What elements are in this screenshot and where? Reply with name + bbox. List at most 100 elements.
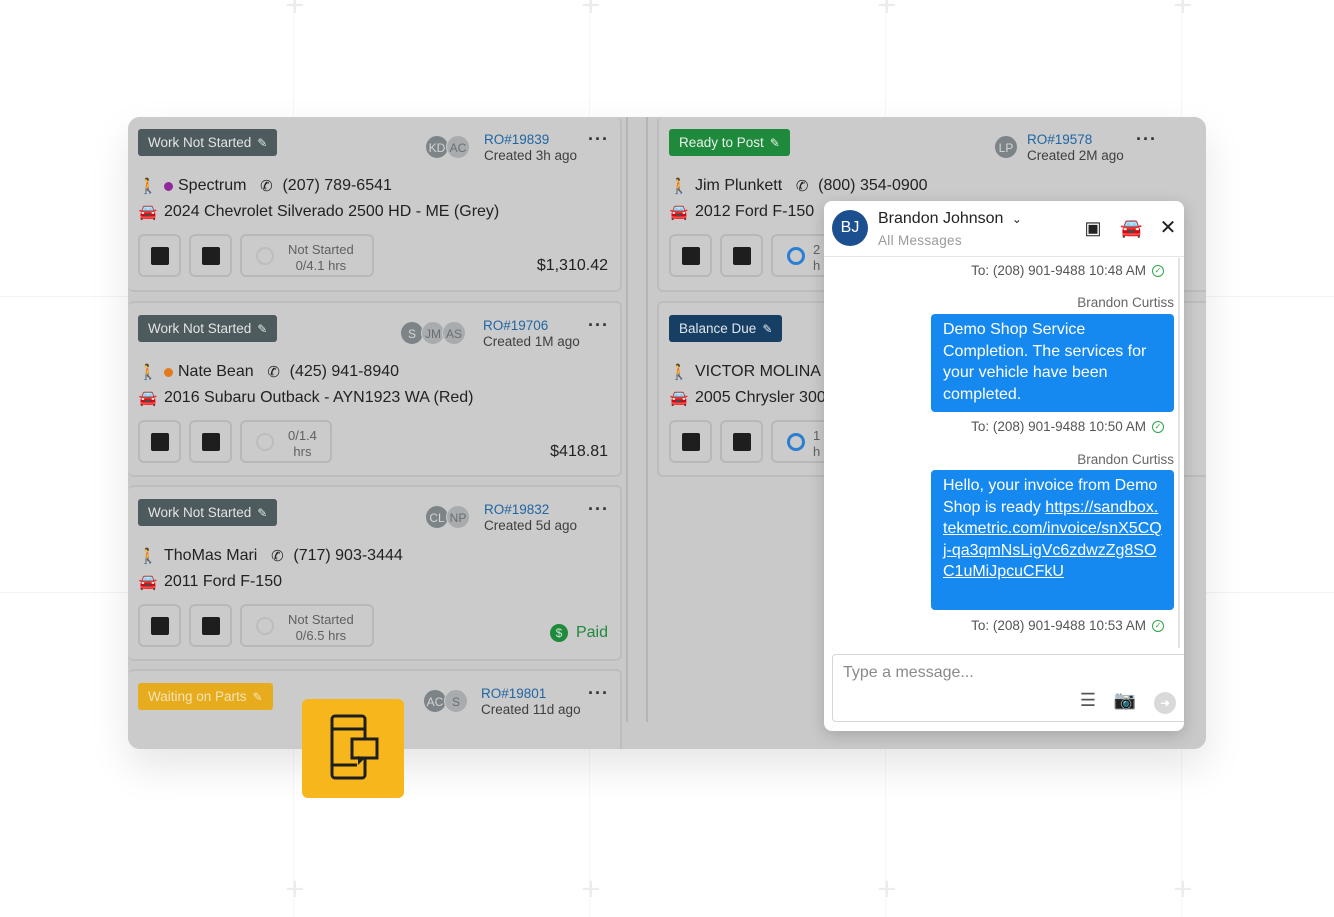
vehicle-line: 🚘 2005 Chrysler 300 [669,389,826,407]
car-icon: 🚘 [669,390,689,407]
phone-number[interactable]: (717) 903-3444 [293,547,402,565]
ro-total: $1,310.42 [536,257,608,274]
progress-ring-icon [256,247,274,265]
customer-name[interactable]: Spectrum [178,177,246,195]
chevron-down-icon: ⌄ [1011,212,1022,226]
ro-number-link[interactable]: RO#19578 [1027,132,1124,148]
ro-number-link[interactable]: RO#19839 [484,132,577,148]
vehicle-name[interactable]: 2012 Ford F-150 [695,203,814,221]
notes-button[interactable] [669,420,712,463]
status-badge[interactable]: Work Not Started ✎ [138,315,278,342]
message-composer: Type a message... ☰ 📷 ➜ [832,654,1184,722]
clipboard-button[interactable] [189,234,232,277]
assignee-avatars: KD AC [425,135,470,159]
avatar: AS [442,321,466,345]
clipboard-button[interactable] [720,420,763,463]
status-label: Work Not Started [148,135,252,150]
message-sender: Brandon Curtiss [1077,295,1174,310]
camera-icon[interactable]: 📷 [1113,690,1137,711]
phone-number[interactable]: (800) 354-0900 [818,177,927,195]
paid-status: $ Paid [549,624,608,642]
status-badge[interactable]: Balance Due ✎ [669,315,783,342]
more-menu-icon[interactable]: ··· [588,683,609,704]
avatar: S [444,689,468,713]
clipboard-icon [201,246,220,265]
send-button[interactable]: ➜ [1154,692,1176,714]
vehicle-name[interactable]: 2016 Subaru Outback - AYN1923 WA (Red) [164,389,474,407]
edit-pencil-icon: ✎ [257,506,268,520]
bg-plus-icon: + [1172,0,1194,20]
delivered-check-icon: ✓ [1152,264,1164,277]
notes-icon [150,432,169,451]
notes-button[interactable] [669,234,712,277]
phone-number[interactable]: (207) 789-6541 [282,177,391,195]
bg-plus-icon: + [284,874,306,904]
message-input[interactable]: Type a message... [843,664,974,682]
more-menu-icon[interactable]: ··· [1136,129,1157,150]
car-icon[interactable]: 🚘 [1120,217,1142,239]
person-waiting-icon: 🚶 [669,178,689,195]
notes-button[interactable] [138,234,181,277]
progress-text: 0/1.4 hrs [288,428,317,459]
status-badge[interactable]: Work Not Started ✎ [138,129,278,156]
clipboard-button[interactable] [189,604,232,647]
clipboard-button[interactable] [189,420,232,463]
ro-number-link[interactable]: RO#19706 [483,318,580,334]
labor-progress[interactable]: Not Started 0/6.5 hrs [240,604,374,647]
notes-icon [150,616,169,635]
phone-icon: ✆ [267,364,280,381]
customer-name[interactable]: Jim Plunkett [695,177,782,195]
status-badge[interactable]: Work Not Started ✎ [138,499,278,526]
created-time: Created 5d ago [484,518,578,533]
customer-line: 🚶 VICTOR MOLINA [669,363,821,381]
status-badge[interactable]: Waiting on Parts ✎ [138,683,273,710]
bg-plus-icon: + [1172,874,1194,904]
edit-pencil-icon: ✎ [769,136,780,150]
notes-icon [681,246,700,265]
contact-name-dropdown[interactable]: Brandon Johnson ⌄ [878,210,1022,228]
labor-progress[interactable]: Not Started 0/4.1 hrs [240,234,374,277]
templates-icon[interactable]: ☰ [1076,690,1100,711]
more-menu-icon[interactable]: ··· [588,129,609,150]
more-menu-icon[interactable]: ··· [588,315,609,336]
avatar: BJ [832,210,868,246]
message-filter-label: All Messages [878,233,962,248]
notes-button[interactable] [138,420,181,463]
customer-name[interactable]: VICTOR MOLINA [695,363,821,381]
ro-number-link[interactable]: RO#19832 [484,502,577,518]
assignee-avatars: S JM AS [400,321,466,345]
repair-order-card[interactable]: Work Not Started ✎ KD AC RO#19839 Created… [128,117,622,292]
scrollbar[interactable] [1178,258,1180,648]
texting-logo [302,699,404,798]
phone-icon: ✆ [271,548,284,565]
vehicle-name[interactable]: 2005 Chrysler 300 [695,389,826,407]
customer-name[interactable]: ThoMas Mari [164,547,257,565]
phone-chat-icon [330,714,379,780]
delivered-check-icon: ✓ [1152,619,1164,632]
message-thread: To: (208) 901-9488 10:48 AM ✓ Brandon Cur… [824,258,1184,648]
labor-progress[interactable]: 0/1.4 hrs [240,420,332,463]
clipboard-button[interactable] [720,234,763,277]
message-sender: Brandon Curtiss [1077,452,1174,467]
ro-number-link[interactable]: RO#19801 [481,686,581,702]
clipboard-icon [201,616,220,635]
column-divider [626,117,628,722]
vehicle-name[interactable]: 2024 Chevrolet Silverado 2500 HD - ME (G… [164,203,499,221]
person-waiting-icon: 🚶 [138,178,158,195]
phone-number[interactable]: (425) 941-8940 [290,363,399,381]
notes-button[interactable] [138,604,181,647]
status-badge[interactable]: Ready to Post ✎ [669,129,790,156]
progress-text: 1h [813,428,821,459]
repair-order-card[interactable]: Work Not Started ✎ CL NP RO#19832 Created… [128,485,622,661]
bg-plus-icon: + [580,874,602,904]
close-icon[interactable]: ✕ [1157,217,1179,239]
customer-name[interactable]: Nate Bean [178,363,254,381]
calendar-icon[interactable]: ▣ [1082,217,1104,239]
repair-order-card[interactable]: Work Not Started ✎ S JM AS RO#19706 Creat… [128,301,622,477]
ro-info: RO#19578 Created 2M ago [1027,132,1124,164]
vehicle-name[interactable]: 2011 Ford F-150 [164,573,282,591]
notes-icon [681,432,700,451]
more-menu-icon[interactable]: ··· [588,499,609,520]
delivered-check-icon: ✓ [1152,420,1164,433]
assignee-avatars: CL NP [425,505,470,529]
